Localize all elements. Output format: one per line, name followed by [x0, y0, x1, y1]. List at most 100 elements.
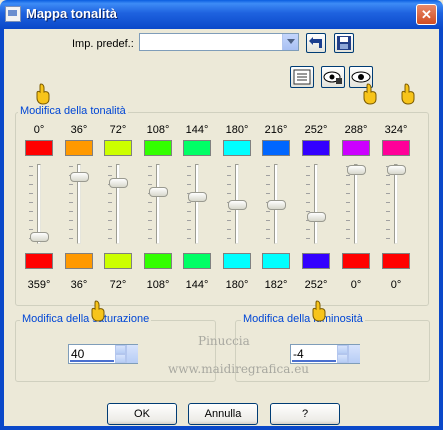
slider-tick — [386, 175, 390, 176]
slider-tick — [148, 175, 152, 176]
slider-tick — [386, 238, 390, 239]
auto-proof-button[interactable] — [321, 66, 345, 88]
spin-up-button[interactable] — [337, 345, 348, 354]
title-bar: Mappa tonalità ✕ — [0, 0, 443, 29]
slider-tick — [266, 211, 270, 212]
hue-bottom-swatch — [223, 253, 251, 269]
hue-slider-thumb[interactable] — [228, 200, 247, 210]
slider-tick — [227, 193, 231, 194]
reset-button[interactable] — [290, 66, 314, 88]
list-icon — [293, 69, 311, 85]
slider-tick — [266, 184, 270, 185]
slider-tick — [69, 193, 73, 194]
slider-tick — [306, 229, 310, 230]
hue-bottom-swatch — [183, 253, 211, 269]
floppy-disk-icon — [337, 36, 351, 50]
hue-top-swatch — [65, 140, 93, 156]
slider-tick — [187, 220, 191, 221]
hue-bottom-label: 182° — [264, 279, 288, 291]
slider-tick — [386, 193, 390, 194]
hue-bottom-swatch — [302, 253, 330, 269]
slider-tick — [266, 229, 270, 230]
hue-bottom-swatch — [144, 253, 172, 269]
slider-tick — [108, 238, 112, 239]
slider-tick — [187, 211, 191, 212]
chevron-down-icon[interactable] — [348, 345, 360, 363]
slider-tick — [346, 202, 350, 203]
spin-up-button[interactable] — [115, 345, 126, 354]
load-preset-button[interactable] — [306, 33, 326, 53]
slider-tick — [346, 238, 350, 239]
slider-tick — [108, 193, 112, 194]
hue-bottom-label: 36° — [70, 279, 88, 291]
hue-slider-track[interactable] — [354, 164, 358, 244]
hue-bottom-swatch — [262, 253, 290, 269]
hue-slider-track[interactable] — [156, 164, 160, 244]
hue-top-label: 72° — [109, 124, 127, 136]
slider-tick — [346, 193, 350, 194]
chevron-down-icon[interactable] — [282, 34, 298, 50]
slider-tick — [306, 166, 310, 167]
hue-slider-thumb[interactable] — [149, 187, 168, 197]
hue-slider-track[interactable] — [394, 164, 398, 244]
slider-tick — [187, 184, 191, 185]
slider-tick — [266, 193, 270, 194]
saturation-spinner[interactable]: 40 — [68, 344, 138, 364]
slider-tick — [148, 220, 152, 221]
window-title: Mappa tonalità — [26, 6, 118, 21]
slider-tick — [108, 166, 112, 167]
window-frame-right — [439, 29, 443, 430]
slider-tick — [306, 184, 310, 185]
undo-arrow-icon — [309, 37, 322, 48]
hue-top-swatch — [183, 140, 211, 156]
close-button[interactable]: ✕ — [416, 4, 437, 25]
luminosity-spinner[interactable]: -4 — [290, 344, 360, 364]
slider-tick — [306, 238, 310, 239]
hue-top-swatch — [382, 140, 410, 156]
hue-top-swatch — [223, 140, 251, 156]
hue-top-swatch — [144, 140, 172, 156]
help-button[interactable]: ? — [270, 403, 340, 425]
slider-tick — [346, 184, 350, 185]
slider-tick — [187, 238, 191, 239]
slider-tick — [187, 166, 191, 167]
hue-slider-thumb[interactable] — [30, 232, 49, 242]
slider-tick — [386, 211, 390, 212]
hue-slider-thumb[interactable] — [109, 178, 128, 188]
slider-tick — [69, 202, 73, 203]
hue-top-label: 288° — [344, 124, 368, 136]
slider-tick — [187, 202, 191, 203]
spin-down-button[interactable] — [115, 354, 126, 363]
hue-slider-thumb[interactable] — [70, 172, 89, 182]
slider-tick — [148, 202, 152, 203]
window-frame-bottom — [0, 426, 443, 430]
slider-tick — [108, 175, 112, 176]
hue-slider-track[interactable] — [116, 164, 120, 244]
hue-slider-thumb[interactable] — [188, 192, 207, 202]
hue-slider-thumb[interactable] — [347, 165, 366, 175]
hue-bottom-label: 72° — [109, 279, 127, 291]
hue-slider-track[interactable] — [195, 164, 199, 244]
ok-button[interactable]: OK — [107, 403, 177, 425]
hue-bottom-label: 144° — [185, 279, 209, 291]
spin-down-button[interactable] — [337, 354, 348, 363]
hue-bottom-label: 0° — [350, 279, 362, 291]
hue-slider-thumb[interactable] — [387, 165, 406, 175]
slider-tick — [69, 184, 73, 185]
chevron-down-icon[interactable] — [126, 345, 138, 363]
slider-tick — [227, 166, 231, 167]
hue-slider-thumb[interactable] — [267, 200, 286, 210]
slider-tick — [29, 220, 33, 221]
hue-bottom-swatch — [25, 253, 53, 269]
cancel-button[interactable]: Annulla — [188, 403, 258, 425]
hue-slider-thumb[interactable] — [307, 212, 326, 222]
slider-tick — [346, 175, 350, 176]
save-preset-button[interactable] — [334, 33, 354, 53]
hue-bottom-swatch — [65, 253, 93, 269]
preset-select[interactable] — [139, 33, 299, 51]
app-icon — [5, 6, 21, 22]
hue-slider-track[interactable] — [314, 164, 318, 244]
slider-tick — [227, 238, 231, 239]
slider-tick — [227, 229, 231, 230]
slider-tick — [69, 211, 73, 212]
